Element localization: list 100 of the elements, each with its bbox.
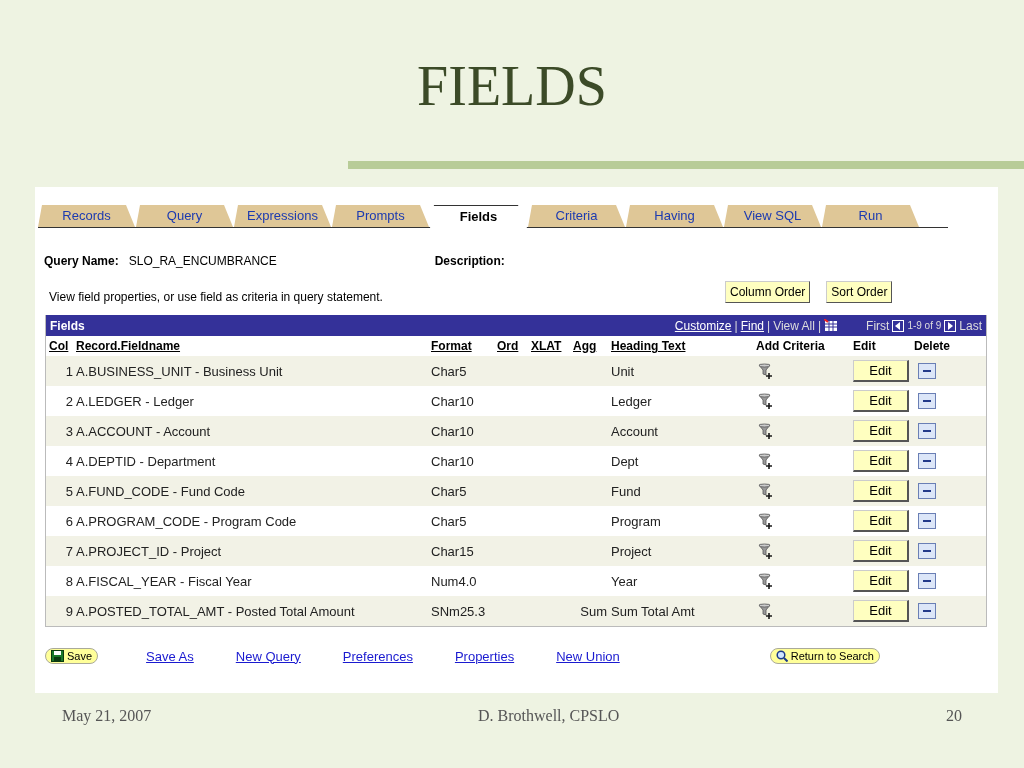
add-criteria-funnel-icon[interactable]: [758, 452, 774, 470]
action-link[interactable]: New Query: [235, 648, 301, 664]
add-criteria-funnel-icon[interactable]: [758, 392, 774, 410]
edit-button[interactable]: Edit: [853, 450, 909, 472]
aggregate-cell-text: Sum: [579, 603, 608, 619]
page-number: 20: [946, 706, 962, 725]
fieldname-cell-text: A.LEDGER - Ledger: [76, 393, 195, 409]
search-icon: [775, 650, 788, 662]
column-header: Delete: [914, 339, 952, 353]
delete-row-minus-icon[interactable]: [918, 513, 936, 529]
first-text: First: [866, 318, 890, 333]
add-criteria-funnel-icon[interactable]: [758, 422, 774, 440]
column-sort-link[interactable]: XLAT: [531, 339, 573, 353]
query-name-label: Query Name:: [44, 254, 119, 268]
format-cell-text: Num4.0: [431, 573, 478, 589]
format-cell-text: Char5: [431, 363, 468, 379]
heading-text-cell-text: Year: [611, 573, 639, 589]
column-header: Edit: [853, 339, 877, 353]
add-criteria-funnel-icon[interactable]: [758, 362, 774, 380]
row-number: 5: [64, 483, 74, 499]
column-sort-link[interactable]: Col: [49, 339, 76, 353]
heading-text-cell-text: Ledger: [611, 393, 653, 409]
slide-title: FIELDS: [416, 58, 608, 114]
tab[interactable]: Expressions: [234, 205, 331, 227]
edit-button[interactable]: Edit: [853, 510, 909, 532]
row-number: 1: [64, 363, 74, 379]
tab[interactable]: Criteria: [528, 205, 625, 227]
column-sort-link[interactable]: Heading Text: [611, 339, 756, 353]
action-link[interactable]: Properties: [454, 648, 515, 664]
column-sort-link[interactable]: Agg: [573, 339, 611, 353]
edit-button[interactable]: Edit: [853, 540, 909, 562]
column-sort-link[interactable]: Ord: [497, 339, 531, 353]
action-link[interactable]: Save As: [146, 648, 194, 664]
delete-row-minus-icon[interactable]: [918, 393, 936, 409]
edit-button[interactable]: Edit: [853, 360, 909, 382]
format-cell-text: Char10: [431, 393, 475, 409]
fieldname-cell-text: A.POSTED_TOTAL_AMT - Posted Total Amount: [76, 603, 356, 619]
tab[interactable]: Run: [822, 205, 919, 227]
fieldname-cell-text: A.PROJECT_ID - Project: [76, 543, 223, 559]
grid-title: Fields: [50, 318, 86, 333]
return-to-search-button[interactable]: Return to Search: [769, 648, 880, 664]
fieldname-cell-text: A.ACCOUNT - Account: [76, 423, 212, 439]
add-criteria-funnel-icon[interactable]: [758, 572, 774, 590]
heading-text-cell-text: Account: [611, 423, 659, 439]
delete-row-minus-icon[interactable]: [918, 543, 936, 559]
footer-date: May 21, 2007: [62, 706, 152, 725]
view-all-text: View All: [773, 318, 815, 333]
tab[interactable]: View SQL: [724, 205, 821, 227]
fieldname-cell-text: A.FISCAL_YEAR - Fiscal Year: [76, 573, 253, 589]
tab[interactable]: Having: [626, 205, 723, 227]
sort-order-button[interactable]: Sort Order: [826, 281, 893, 303]
edit-button[interactable]: Edit: [853, 600, 909, 622]
add-criteria-funnel-icon[interactable]: [758, 602, 774, 620]
grid-link[interactable]: Customize: [674, 318, 732, 333]
format-cell-text: Char5: [431, 483, 468, 499]
column-sort-link[interactable]: Record.Fieldname: [76, 339, 431, 353]
add-criteria-funnel-icon[interactable]: [758, 482, 774, 500]
delete-row-minus-icon[interactable]: [918, 603, 936, 619]
last-text: Last: [959, 318, 982, 333]
edit-button[interactable]: Edit: [853, 570, 909, 592]
fieldname-cell-text: A.BUSINESS_UNIT - Business Unit: [76, 363, 284, 379]
tab[interactable]: Records: [38, 205, 135, 227]
row-number: 8: [64, 573, 74, 589]
row-number: 3: [64, 423, 74, 439]
tab[interactable]: Query: [136, 205, 233, 227]
delete-row-minus-icon[interactable]: [918, 453, 936, 469]
grid-link[interactable]: Find: [740, 318, 764, 333]
format-cell-text: Char10: [431, 453, 475, 469]
column-sort-link[interactable]: Format: [431, 339, 497, 353]
tab[interactable]: Prompts: [332, 205, 429, 227]
fieldname-cell-text: A.FUND_CODE - Fund Code: [76, 483, 247, 499]
save-button[interactable]: Save: [45, 648, 99, 664]
instructions-text: View field properties, or use field as criteria in query statement.: [49, 289, 384, 304]
delete-row-minus-icon[interactable]: [918, 423, 936, 439]
column-order-button[interactable]: Column Order: [725, 281, 811, 303]
column-header: Add Criteria: [756, 339, 826, 353]
heading-text-cell-text: Program: [611, 513, 662, 529]
row-number: 7: [64, 543, 74, 559]
row-number: 4: [64, 453, 74, 469]
separator: |: [767, 318, 771, 333]
separator: |: [817, 318, 822, 333]
add-criteria-funnel-icon[interactable]: [758, 512, 774, 530]
action-link[interactable]: New Union: [556, 648, 620, 664]
delete-row-minus-icon[interactable]: [918, 363, 936, 379]
delete-row-minus-icon[interactable]: [918, 573, 936, 589]
edit-button[interactable]: Edit: [853, 390, 909, 412]
heading-text-cell-text: Dept: [611, 453, 640, 469]
add-criteria-funnel-icon[interactable]: [758, 542, 774, 560]
format-cell-text: SNm25.3: [431, 603, 487, 619]
edit-button[interactable]: Edit: [853, 480, 909, 502]
range-text: 1-9 of 9: [907, 320, 942, 331]
action-link[interactable]: Preferences: [342, 648, 413, 664]
edit-button[interactable]: Edit: [853, 420, 909, 442]
format-cell-text: Char10: [431, 423, 475, 439]
heading-text-cell-text: Sum Total Amt: [611, 603, 696, 619]
description-label: Description:: [434, 254, 505, 268]
heading-text-cell-text: Project: [611, 543, 653, 559]
tab[interactable]: Fields: [430, 205, 527, 228]
delete-row-minus-icon[interactable]: [918, 483, 936, 499]
spreadsheet-icon[interactable]: [824, 319, 839, 332]
